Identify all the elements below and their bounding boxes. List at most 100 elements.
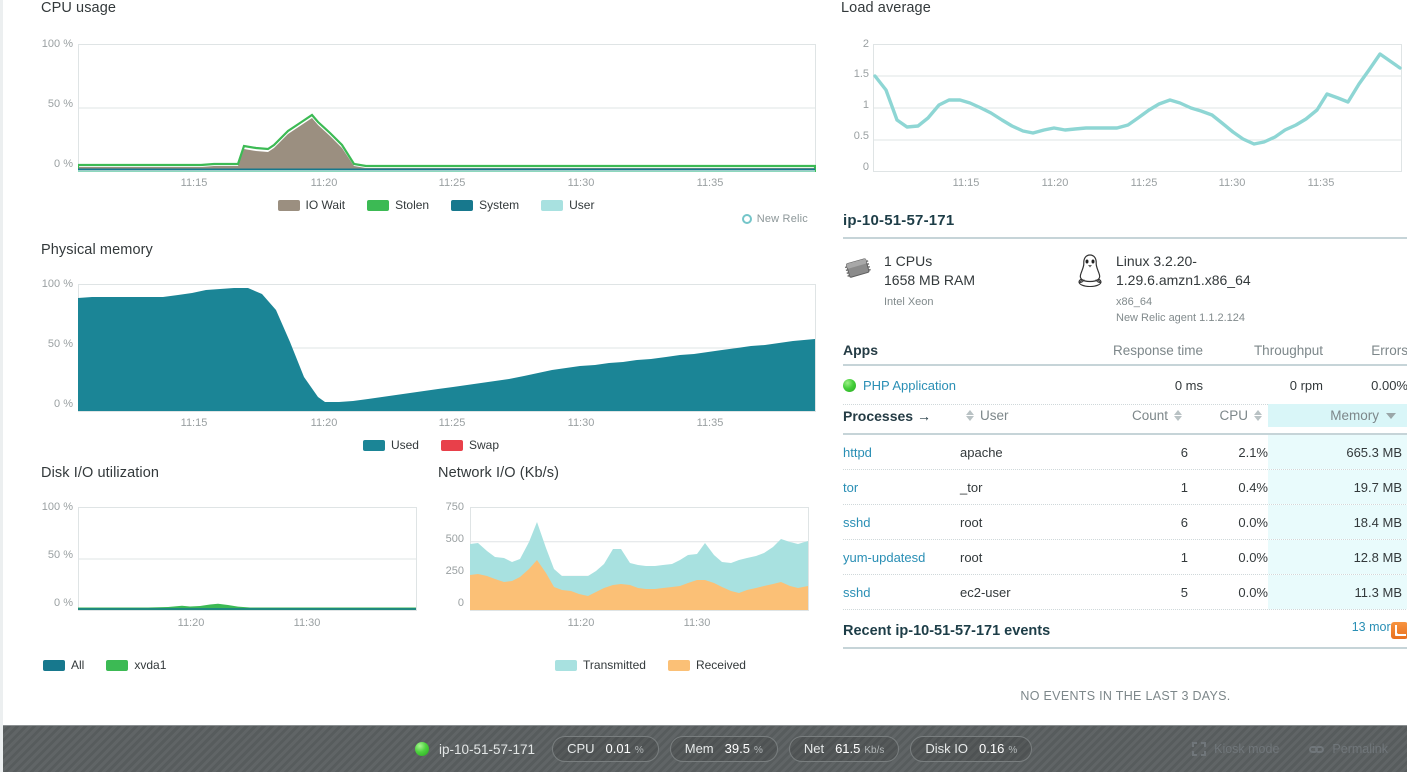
process-memory: 19.7 MB xyxy=(1268,470,1407,504)
app-name-link[interactable]: PHP Application xyxy=(863,378,956,393)
left-column: CPU usage 100 % 50 % 0 % 11:15 11:20 11:… xyxy=(3,0,833,715)
footer-host[interactable]: ip-10-51-57-171 xyxy=(415,742,535,757)
processes-header-cpu-label: CPU xyxy=(1219,408,1248,423)
legend-item-system[interactable]: System xyxy=(451,198,519,212)
os-info-block: Linux 3.2.20-1.29.6.amzn1.x86_64 x86_64 … xyxy=(1075,252,1291,326)
process-memory: 11.3 MB xyxy=(1268,575,1407,609)
legend-item-used[interactable]: Used xyxy=(362,438,419,452)
mem-ytick-50: 50 % xyxy=(47,338,73,350)
processes-header-memory[interactable]: Memory xyxy=(1268,404,1407,427)
footer-stat-disk-label: Disk IO xyxy=(925,741,969,756)
footer-stat-mem-unit: % xyxy=(753,745,763,756)
sort-memory-desc-icon[interactable] xyxy=(1386,412,1396,419)
legend-label-transmitted: Transmitted xyxy=(583,658,646,672)
mem-xtick-2: 11:25 xyxy=(438,417,466,429)
apps-table-row[interactable]: PHP Application 0 ms 0 rpm 0.00% xyxy=(843,366,1407,405)
footer-stat-mem-label: Mem xyxy=(684,741,714,756)
processes-header-count[interactable]: Count xyxy=(1092,408,1188,423)
process-name-link[interactable]: tor xyxy=(843,470,960,504)
permalink-button[interactable]: Permalink xyxy=(1309,742,1388,756)
legend-item-transmitted[interactable]: Transmitted xyxy=(555,658,646,672)
legend-label-io-wait: IO Wait xyxy=(305,198,346,212)
process-name-link[interactable]: sshd xyxy=(843,505,960,539)
cpu-xtick-3: 11:30 xyxy=(567,177,595,189)
processes-header-cpu[interactable]: CPU xyxy=(1188,408,1268,423)
rss-feed-icon[interactable] xyxy=(1391,622,1407,639)
legend-item-swap[interactable]: Swap xyxy=(440,438,499,452)
legend-item-all[interactable]: All xyxy=(43,658,84,672)
chain-link-icon xyxy=(1309,745,1325,753)
legend-item-received[interactable]: Received xyxy=(667,658,746,672)
sort-user-icon[interactable] xyxy=(966,410,974,421)
kiosk-mode-button[interactable]: Kiosk mode xyxy=(1192,742,1279,756)
process-memory: 665.3 MB xyxy=(1268,435,1407,469)
legend-label-user: User xyxy=(569,198,595,212)
sort-count-icon[interactable] xyxy=(1174,410,1182,421)
cpu-ytick-100: 100 % xyxy=(41,38,73,50)
cpu-usage-card: CPU usage 100 % 50 % 0 % 11:15 11:20 11:… xyxy=(41,0,816,225)
apps-header-response-time: Response time xyxy=(1112,343,1203,358)
process-name-link[interactable]: httpd xyxy=(843,435,960,469)
table-row[interactable]: sshd root 6 0.0% 18.4 MB xyxy=(843,505,1407,540)
legend-item-stolen[interactable]: Stolen xyxy=(367,198,429,212)
cpu-ytick-0: 0 % xyxy=(54,158,73,170)
cpu-ytick-50: 50 % xyxy=(47,98,73,110)
status-footer: ip-10-51-57-171 CPU 0.01 % Mem 39.5 % Ne… xyxy=(3,725,1407,772)
load-xtick-0: 11:15 xyxy=(952,177,980,189)
processes-header-user-label: User xyxy=(980,408,1009,423)
sort-cpu-icon[interactable] xyxy=(1254,410,1262,421)
apps-header-throughput: Throughput xyxy=(1253,343,1323,358)
footer-stat-net[interactable]: Net 61.5 Kb/s xyxy=(788,736,900,762)
disk-io-title: Disk I/O utilization xyxy=(41,465,160,481)
all-color-swatch xyxy=(43,659,65,671)
process-count: 1 xyxy=(1180,550,1188,565)
physical-memory-card: Physical memory 100 % 50 % 0 % 11:15 11:… xyxy=(41,242,816,452)
legend-label-system: System xyxy=(479,198,520,212)
processes-table: Processes → User Count CPU Memory httpd … xyxy=(843,404,1407,634)
legend-label-received: Received xyxy=(695,658,746,672)
footer-stat-cpu-unit: % xyxy=(634,745,644,756)
mem-ytick-100: 100 % xyxy=(41,278,73,290)
legend-item-xvda1[interactable]: xvda1 xyxy=(106,658,166,672)
footer-stat-disk-io[interactable]: Disk IO 0.16 % xyxy=(910,736,1033,762)
network-io-chart: 750 500 250 0 11:20 11:30 xyxy=(438,501,818,632)
legend-label-xvda1: xvda1 xyxy=(134,658,167,672)
disk-ytick-100: 100 % xyxy=(41,501,73,513)
table-row[interactable]: tor _tor 1 0.4% 19.7 MB xyxy=(843,470,1407,505)
net-ytick-750: 750 xyxy=(445,501,464,513)
load-xtick-2: 11:25 xyxy=(1130,177,1158,189)
app-throughput: 0 rpm xyxy=(1289,378,1323,393)
footer-stat-cpu[interactable]: CPU 0.01 % xyxy=(552,736,659,762)
load-average-card: Load average 2 1.5 1 0.5 0 11:15 11:20 1… xyxy=(841,0,1406,189)
load-ytick-2: 2 xyxy=(862,38,869,50)
legend-item-io-wait[interactable]: IO Wait xyxy=(277,198,346,212)
mem-xtick-1: 11:20 xyxy=(310,417,338,429)
load-xtick-4: 11:35 xyxy=(1307,177,1335,189)
legend-item-user[interactable]: User xyxy=(541,198,594,212)
table-row[interactable]: sshd ec2-user 5 0.0% 11.3 MB xyxy=(843,575,1407,610)
physical-memory-chart: 100 % 50 % 0 % 11:15 11:20 11:25 11:30 1… xyxy=(41,278,816,429)
network-io-card: Network I/O (Kb/s) 750 500 250 0 11:20 1… xyxy=(438,465,818,672)
process-count: 5 xyxy=(1180,585,1188,600)
footer-actions: Kiosk mode Permalink xyxy=(1192,742,1388,756)
cpu-count: 1 CPUs xyxy=(884,253,933,269)
footer-stat-mem[interactable]: Mem 39.5 % xyxy=(669,736,778,762)
process-name-link[interactable]: sshd xyxy=(843,575,960,609)
disk-ytick-0: 0 % xyxy=(54,597,73,609)
processes-header-name[interactable]: Processes → xyxy=(843,408,960,424)
user-color-swatch xyxy=(541,199,564,211)
table-row[interactable]: yum-updatesd root 1 0.0% 12.8 MB xyxy=(843,540,1407,575)
load-xtick-1: 11:20 xyxy=(1041,177,1069,189)
cpu-usage-legend: IO Wait Stolen System User xyxy=(41,198,816,212)
process-name-link[interactable]: yum-updatesd xyxy=(843,540,960,574)
processes-header-user[interactable]: User xyxy=(960,408,1092,423)
process-cpu: 0.4% xyxy=(1238,480,1268,495)
apps-header-title: Apps xyxy=(843,342,878,358)
process-user: ec2-user xyxy=(960,585,1011,600)
kiosk-expand-icon xyxy=(1192,742,1207,756)
network-io-title: Network I/O (Kb/s) xyxy=(438,465,560,481)
table-row[interactable]: httpd apache 6 2.1% 665.3 MB xyxy=(843,435,1407,470)
cpu-xtick-4: 11:35 xyxy=(696,177,724,189)
physical-memory-title: Physical memory xyxy=(41,242,153,258)
xvda1-color-swatch xyxy=(106,659,129,671)
